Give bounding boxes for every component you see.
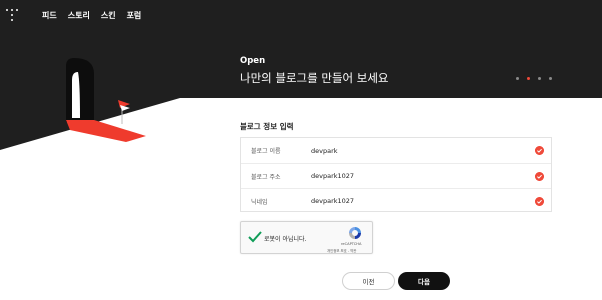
form-row-blog-address: 블로그 주소 devpark1027 bbox=[241, 163, 551, 188]
recaptcha-privacy-links[interactable]: 개인정보 보호 - 약관 bbox=[327, 248, 356, 253]
form-row-nickname: 닉네임 devpark1027 bbox=[241, 188, 551, 213]
captcha-checkmark-icon[interactable] bbox=[248, 231, 262, 243]
top-nav: 피드 스토리 스킨 포럼 bbox=[42, 10, 141, 21]
section-title: 블로그 정보 입력 bbox=[240, 122, 294, 131]
slide-dot[interactable] bbox=[538, 77, 541, 80]
check-icon bbox=[535, 171, 544, 181]
blog-name-input[interactable]: devpark bbox=[311, 147, 338, 155]
tistory-logo[interactable] bbox=[6, 9, 20, 21]
slide-dot[interactable] bbox=[516, 77, 519, 80]
check-icon bbox=[535, 146, 544, 155]
slide-dot[interactable] bbox=[549, 77, 552, 80]
nav-item-story[interactable]: 스토리 bbox=[68, 10, 90, 21]
next-button[interactable]: 다음 bbox=[398, 272, 450, 290]
prev-button[interactable]: 이전 bbox=[342, 272, 395, 290]
field-label: 블로그 이름 bbox=[251, 148, 281, 155]
slide-indicator bbox=[516, 77, 552, 80]
slide-dot-active[interactable] bbox=[527, 77, 530, 80]
hero-label: Open bbox=[240, 56, 266, 66]
field-label: 닉네임 bbox=[251, 198, 268, 206]
check-icon bbox=[535, 196, 544, 206]
blog-address-input[interactable]: devpark1027 bbox=[311, 172, 354, 180]
nav-item-feed[interactable]: 피드 bbox=[42, 10, 57, 21]
nav-item-forum[interactable]: 포럼 bbox=[127, 10, 142, 21]
nav-item-skin[interactable]: 스킨 bbox=[101, 10, 116, 21]
door-illustration bbox=[66, 58, 146, 142]
recaptcha-brand: reCAPTCHA bbox=[341, 242, 362, 246]
blog-info-form: 블로그 이름 devpark 블로그 주소 devpark1027 닉네임 de… bbox=[240, 137, 552, 212]
recaptcha-logo-icon bbox=[349, 227, 361, 239]
form-row-blog-name: 블로그 이름 devpark bbox=[241, 138, 551, 163]
hero-title: 나만의 블로그를 만들어 보세요 bbox=[240, 71, 389, 85]
recaptcha-widget: 로봇이 아닙니다. reCAPTCHA 개인정보 보호 - 약관 bbox=[240, 221, 373, 254]
captcha-label: 로봇이 아닙니다. bbox=[264, 236, 307, 243]
field-label: 블로그 주소 bbox=[251, 173, 281, 181]
nickname-input[interactable]: devpark1027 bbox=[311, 197, 354, 205]
